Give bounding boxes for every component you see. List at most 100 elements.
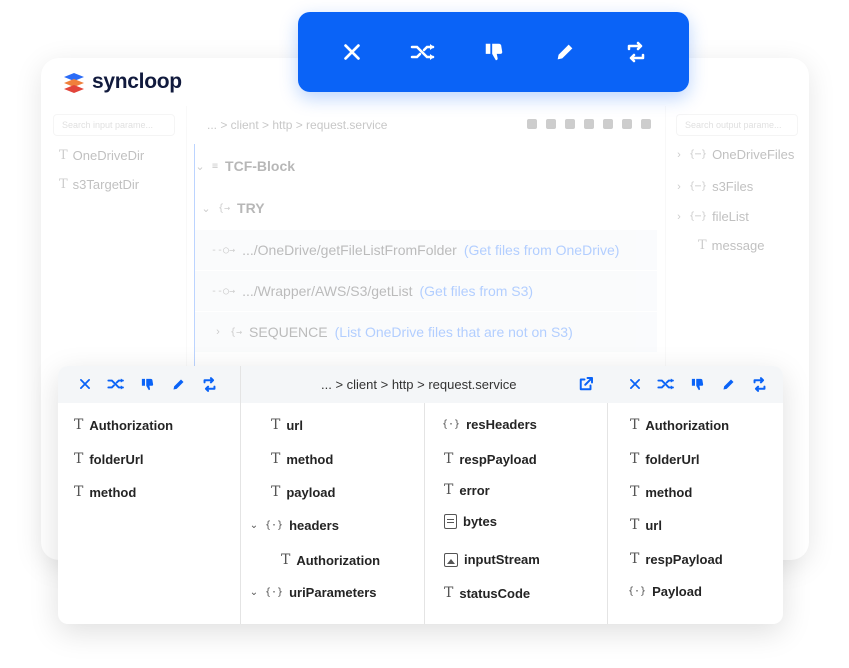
edit-button[interactable] xyxy=(719,375,737,393)
lock-alt-icon[interactable] xyxy=(622,119,632,129)
flow-step-s3[interactable]: --○→ .../Wrapper/AWS/S3/getList (Get fil… xyxy=(195,271,657,311)
field-row[interactable]: {·} resHeaders xyxy=(442,417,537,432)
chevron-down-icon[interactable]: ⌄ xyxy=(249,587,259,598)
text-type-icon: T xyxy=(630,517,640,533)
output-var-row[interactable]: › {⋯} s3Files xyxy=(674,179,753,194)
field-label: payload xyxy=(286,484,336,500)
refresh-icon[interactable] xyxy=(546,119,556,129)
loop-button[interactable] xyxy=(200,375,218,393)
field-row[interactable]: T Authorization xyxy=(74,417,173,433)
pencil-icon xyxy=(557,44,572,60)
drop-button[interactable] xyxy=(688,375,706,393)
service-header: ... > client > http > request.service xyxy=(241,366,608,403)
field-row[interactable]: T Authorization xyxy=(630,417,729,433)
output-var-label: s3Files xyxy=(712,179,754,194)
input-var-row[interactable]: T OneDriveDir xyxy=(59,148,144,163)
field-label: resHeaders xyxy=(466,417,537,432)
field-label: inputStream xyxy=(464,552,540,567)
field-row[interactable]: TfolderUrl xyxy=(630,451,700,467)
flow-step-label: .../Wrapper/AWS/S3/getList xyxy=(242,283,413,299)
text-type-icon: T xyxy=(444,482,454,498)
chevron-right-icon[interactable]: › xyxy=(674,149,684,161)
document-type-icon: {⋯} xyxy=(689,211,708,222)
output-var-label: fileList xyxy=(712,209,749,224)
field-label: method xyxy=(89,484,137,500)
shuffle-button[interactable] xyxy=(107,375,125,393)
text-type-icon: T xyxy=(74,484,84,500)
logo: syncloop xyxy=(63,70,182,94)
flag-icon[interactable] xyxy=(641,119,651,129)
drop-button[interactable] xyxy=(138,375,156,393)
loop-button[interactable] xyxy=(750,375,768,393)
field-row[interactable]: Terror xyxy=(444,482,490,498)
input-search-field[interactable]: Search input parame... xyxy=(53,114,175,136)
drop-button[interactable] xyxy=(479,37,509,67)
edit-button[interactable] xyxy=(169,375,187,393)
settings-icon[interactable] xyxy=(565,119,575,129)
field-row[interactable]: Turl xyxy=(271,417,303,433)
mapping-column-service-output: {·} resHeaders TrespPayload Terror bytes … xyxy=(425,366,608,624)
text-type-icon: T xyxy=(444,585,454,601)
output-var-row[interactable]: › {⋯} fileList xyxy=(674,209,749,224)
field-row[interactable]: Tmethod xyxy=(630,484,692,500)
edit-button[interactable] xyxy=(550,37,580,67)
mapping-column-inputs: T Authorization TfolderUrl Tmethod xyxy=(58,366,241,624)
chevron-right-icon[interactable]: › xyxy=(674,181,684,193)
field-row[interactable]: T Authorization xyxy=(281,552,380,568)
close-button[interactable] xyxy=(337,37,367,67)
close-icon xyxy=(80,379,90,389)
chevron-down-icon[interactable]: ⌄ xyxy=(249,520,259,531)
flow-step-onedrive[interactable]: --○→ .../OneDrive/getFileListFromFolder … xyxy=(195,230,657,270)
flow-step-label: SEQUENCE xyxy=(249,324,328,340)
flow-step-try[interactable]: ⌄ {→ TRY xyxy=(195,188,657,228)
logo-text: syncloop xyxy=(92,70,182,93)
document-type-icon: {·} xyxy=(628,586,647,597)
repeat-icon xyxy=(627,41,644,63)
flow-step-sequence[interactable]: › {→ SEQUENCE (List OneDrive files that … xyxy=(195,312,657,352)
thumbs-down-icon xyxy=(141,378,153,390)
lock-icon[interactable] xyxy=(603,119,613,129)
column-toolbar xyxy=(626,375,768,393)
field-row[interactable]: TrespPayload xyxy=(444,451,537,467)
field-row[interactable]: inputStream xyxy=(444,552,540,567)
close-button[interactable] xyxy=(626,375,644,393)
field-row[interactable]: TstatusCode xyxy=(444,585,530,601)
shuffle-button[interactable] xyxy=(408,37,438,67)
input-var-label: s3TargetDir xyxy=(72,177,140,192)
chevron-right-icon[interactable]: › xyxy=(213,326,223,338)
field-row[interactable]: Tpayload xyxy=(271,484,335,500)
field-row[interactable]: bytes xyxy=(444,514,497,529)
output-search-field[interactable]: Search output parame... xyxy=(676,114,798,136)
field-row[interactable]: {·} Payload xyxy=(628,584,702,599)
chevron-right-icon[interactable]: › xyxy=(674,211,684,223)
output-var-row[interactable]: › {⋯} OneDriveFiles xyxy=(674,147,794,162)
flow-step-tcf[interactable]: ⌄ ≡ TCF-Block xyxy=(195,146,657,186)
field-label: headers xyxy=(289,518,339,533)
text-type-icon: T xyxy=(59,148,68,163)
output-var-label: message xyxy=(711,238,765,253)
field-row[interactable]: Tmethod xyxy=(271,451,333,467)
text-type-icon: T xyxy=(444,451,454,467)
column-header xyxy=(58,366,240,403)
close-icon xyxy=(343,44,360,60)
save-icon[interactable] xyxy=(527,119,537,129)
field-row[interactable]: Turl xyxy=(630,517,662,533)
field-row[interactable]: TrespPayload xyxy=(630,551,723,567)
chevron-down-icon[interactable]: ⌄ xyxy=(201,202,211,215)
open-external-icon[interactable] xyxy=(577,375,595,393)
search-icon[interactable] xyxy=(584,119,594,129)
output-var-row[interactable]: T message xyxy=(698,238,764,253)
close-button[interactable] xyxy=(76,375,94,393)
shuffle-button[interactable] xyxy=(657,375,675,393)
document-type-icon: {⋯} xyxy=(689,181,708,192)
field-row[interactable]: Tmethod xyxy=(74,484,136,500)
pencil-icon xyxy=(723,379,733,389)
field-row[interactable]: TfolderUrl xyxy=(74,451,144,467)
text-type-icon: T xyxy=(630,451,640,467)
syncloop-logo-icon xyxy=(64,73,84,93)
input-var-row[interactable]: T s3TargetDir xyxy=(59,177,139,192)
field-row[interactable]: ⌄ {·} headers xyxy=(249,518,339,533)
chevron-down-icon[interactable]: ⌄ xyxy=(195,160,205,173)
field-row[interactable]: ⌄ {·} uriParameters xyxy=(249,585,377,600)
loop-button[interactable] xyxy=(621,37,651,67)
